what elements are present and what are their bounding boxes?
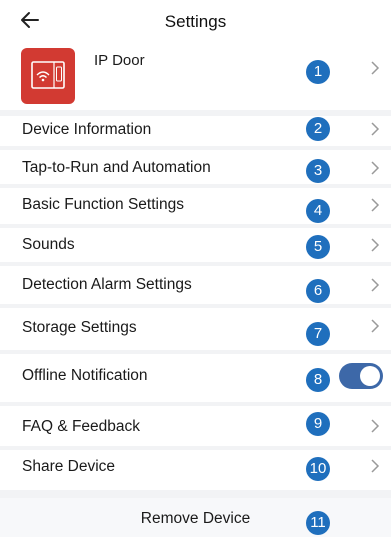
device-logo xyxy=(21,48,75,104)
callout-badge: 11 xyxy=(306,511,330,535)
menu-item-label: Detection Alarm Settings xyxy=(22,276,192,293)
divider xyxy=(0,184,391,188)
chevron-right-icon xyxy=(371,161,380,175)
callout-badge: 3 xyxy=(306,159,330,183)
divider xyxy=(0,262,391,266)
chevron-right-icon xyxy=(371,319,380,333)
menu-item-label: Offline Notification xyxy=(22,367,148,384)
chevron-right-icon xyxy=(371,278,380,292)
divider xyxy=(0,446,391,450)
menu-item-detection-alarm-settings[interactable]: Detection Alarm Settings 6 xyxy=(0,270,391,304)
menu-item-label: Device Information xyxy=(22,121,152,138)
offline-notification-toggle[interactable] xyxy=(339,363,383,389)
menu-item-faq-feedback[interactable]: FAQ & Feedback 9 xyxy=(0,410,391,444)
device-summary-row[interactable]: IP Door 1 xyxy=(0,44,391,110)
divider xyxy=(0,402,391,406)
menu-item-label: Storage Settings xyxy=(22,319,137,336)
settings-screen: Settings IP Door 1 Device Information 2 xyxy=(0,0,391,537)
callout-badge: 1 xyxy=(306,60,330,84)
chevron-right-icon xyxy=(371,61,380,75)
remove-device-button[interactable]: Remove Device xyxy=(0,510,391,528)
menu-item-storage-settings[interactable]: Storage Settings 7 xyxy=(0,312,391,348)
menu-item-label: Share Device xyxy=(22,458,116,475)
chevron-right-icon xyxy=(371,238,380,252)
divider xyxy=(0,146,391,150)
menu-item-sounds[interactable]: Sounds 5 xyxy=(0,230,391,260)
menu-item-label: Basic Function Settings xyxy=(22,196,184,213)
page-title: Settings xyxy=(164,12,227,31)
divider xyxy=(0,490,391,498)
divider xyxy=(0,304,391,308)
callout-badge: 7 xyxy=(306,322,330,346)
callout-badge: 4 xyxy=(306,199,330,223)
menu-item-label: FAQ & Feedback xyxy=(22,418,141,435)
header-bar: Settings xyxy=(0,0,391,44)
toggle-knob xyxy=(360,366,380,386)
menu-item-tap-to-run[interactable]: Tap-to-Run and Automation 3 xyxy=(0,154,391,183)
callout-badge: 10 xyxy=(306,457,330,481)
callout-badge: 9 xyxy=(306,412,330,436)
menu-item-share-device[interactable]: Share Device 10 xyxy=(0,452,391,488)
menu-item-label: Tap-to-Run and Automation xyxy=(22,159,211,176)
callout-badge: 2 xyxy=(306,117,330,141)
menu-item-basic-function-settings[interactable]: Basic Function Settings 4 xyxy=(0,192,391,223)
chevron-right-icon xyxy=(371,198,380,212)
callout-badge: 8 xyxy=(306,368,330,392)
menu-item-offline-notification: Offline Notification 8 xyxy=(0,358,391,398)
menu-item-label: Sounds xyxy=(22,236,75,253)
callout-badge: 5 xyxy=(306,235,330,259)
divider xyxy=(0,350,391,354)
callout-badge: 6 xyxy=(306,279,330,303)
remove-device-section: Remove Device 11 xyxy=(0,498,391,537)
chevron-right-icon xyxy=(371,459,380,473)
menu-item-device-information[interactable]: Device Information 2 xyxy=(0,116,391,142)
device-name: IP Door xyxy=(94,52,145,69)
chevron-right-icon xyxy=(371,419,380,433)
intercom-panel-icon xyxy=(31,61,65,89)
divider xyxy=(0,224,391,228)
chevron-right-icon xyxy=(371,122,380,136)
